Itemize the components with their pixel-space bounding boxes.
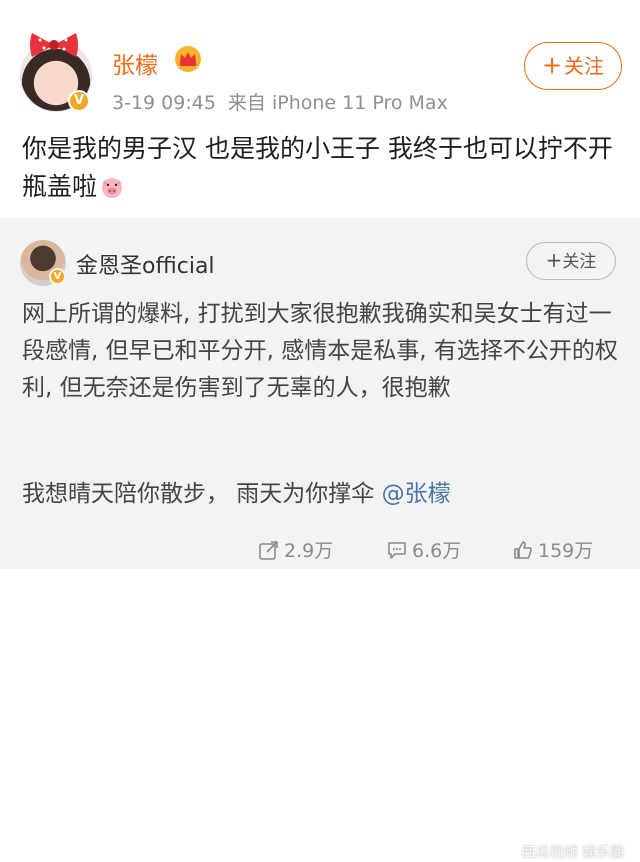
plus-icon: + [545, 248, 563, 272]
repost-follow-label: 关注 [562, 252, 597, 272]
watermark: 西瓜视频 娱乐圈 [521, 845, 624, 861]
author-name[interactable]: 张檬 [112, 46, 158, 80]
repost-action[interactable]: 2.9万 [258, 536, 333, 563]
repost-follow-button[interactable]: +关注 [526, 242, 616, 280]
like-icon [514, 540, 532, 559]
post-meta: 3-19 09:45 来自 iPhone 11 Pro Max [112, 88, 448, 115]
repost-author-name[interactable]: 金恩圣official [76, 248, 215, 280]
bow-icon [30, 33, 78, 57]
repost-verified-badge: V [49, 268, 66, 285]
repost-icon [259, 540, 278, 560]
like-action[interactable]: 159万 [512, 536, 593, 563]
action-bar: 2.9万 6.6万 159万 西瓜视频 娱乐圈 [0, 528, 640, 861]
follow-button[interactable]: + 关注 [524, 42, 622, 90]
repost-count: 2.9万 [284, 540, 334, 562]
post-text: 你是我的男子汉 也是我的小王子 我终于也可以拧不开瓶盖啦 [22, 130, 627, 206]
follow-label: 关注 [564, 54, 605, 78]
repost-text: 网上所谓的爆料, 打扰到大家很抱歉我确实和吴女士有过一段感情, 但早已和平分开,… [22, 301, 618, 401]
crown-icon [175, 46, 201, 72]
plus-icon: + [541, 51, 563, 79]
repost-text-second: 我想晴天陪你散步， 雨天为你撑伞 @张檬 [22, 476, 632, 513]
reposted-card[interactable]: V 金恩圣official +关注 网上所谓的爆料, 打扰到大家很抱歉我确实和吴… [0, 218, 640, 861]
comment-count: 6.6万 [412, 540, 462, 562]
pig-emoji-icon [102, 178, 123, 198]
original-post: V 张檬 3-19 09:45 来自 iPhone 11 Pro Max + 关注 … [0, 0, 640, 218]
like-count: 159万 [538, 540, 594, 562]
mention-link[interactable]: @张檬 [382, 481, 451, 507]
repost-text-second-content: 我想晴天陪你散步， 雨天为你撑伞 [22, 481, 382, 507]
verified-badge: V [68, 90, 90, 112]
post-time: 3-19 09:45 [112, 92, 216, 114]
comment-icon [388, 541, 406, 559]
comment-action[interactable]: 6.6万 [386, 536, 461, 563]
post-source: 来自 iPhone 11 Pro Max [227, 92, 448, 114]
